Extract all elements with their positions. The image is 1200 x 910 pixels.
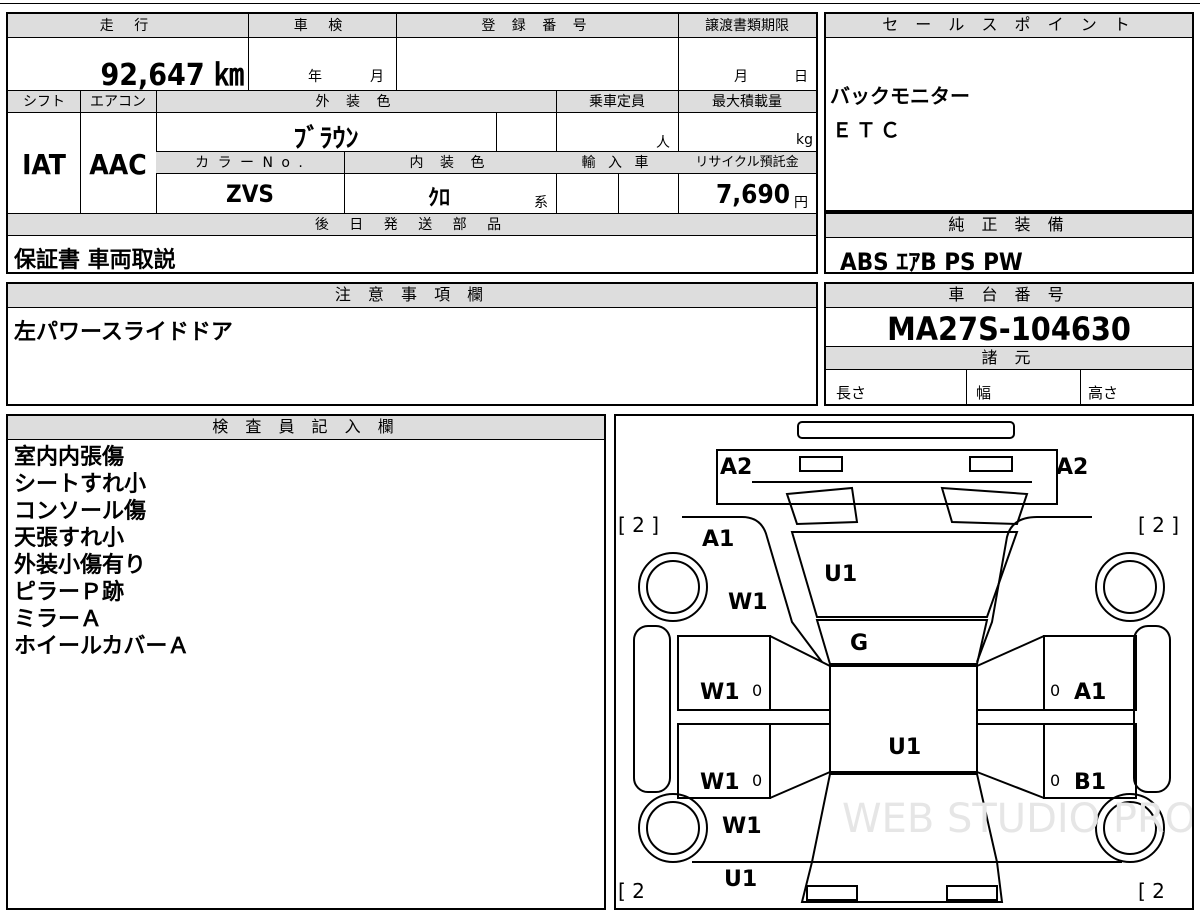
chassis-number: MA27S-104630 [887, 310, 1131, 348]
mark-a2-left: A2 [720, 455, 752, 480]
color-no-value: ZVS [226, 180, 274, 208]
color-label: 外 装 色 [315, 94, 397, 110]
ac-value: AAC [89, 148, 147, 181]
chassis-label: 車 台 番 号 [826, 284, 1192, 308]
inspector-item: ピラーＰ跡 [14, 580, 125, 605]
equipment-value: ABS ｴｱB PS PW [840, 248, 1023, 276]
dims-label: 諸 元 [826, 346, 1192, 370]
tire-fr-mark: [ 2 ] [1138, 513, 1179, 537]
front-bumper-outline [716, 449, 1058, 505]
tire-rl-mark: [ 2 [618, 879, 645, 903]
watermark: WEB STUDIO PRO [842, 796, 1192, 842]
mark-w1-front: W1 [728, 590, 768, 615]
inspection-year: 年 [308, 69, 322, 85]
tire-front-left [638, 552, 708, 622]
mark-w1-rear: W1 [722, 814, 762, 839]
left-side-sill [633, 625, 671, 793]
sales-point-label: セ ー ル ス ポ イ ン ト [826, 14, 1192, 38]
transfer-deadline-label: 譲渡書類期限 [705, 18, 789, 34]
width-label: 幅 [976, 384, 992, 402]
exterior-color-value: ﾌﾞﾗｳﾝ [293, 124, 359, 154]
zero-mark: 0 [752, 681, 762, 700]
import-label: 輸 入 車 [581, 155, 653, 171]
mark-u1-hood: U1 [824, 562, 857, 587]
chassis-block: 車 台 番 号 MA27S-104630 諸 元 長さ 幅 高さ [824, 282, 1194, 406]
equipment-label: 純 正 装 備 [826, 214, 1192, 238]
mileage-value: 92,647 ㎞ [100, 58, 244, 93]
interior-label: 内 装 色 [409, 155, 491, 171]
shift-label: シフト [23, 94, 65, 110]
mark-w1-left-rear: W1 [700, 770, 740, 795]
inspector-item: ミラーＡ [14, 607, 103, 632]
spec-block: 走 行 車 検 登 録 番 号 譲渡書類期限 92,647 ㎞ 年 月 月 日 … [6, 12, 818, 274]
mark-a2-right: A2 [1056, 455, 1088, 480]
top-edge-line [0, 3, 1200, 4]
length-label: 長さ [836, 384, 867, 402]
tire-rr-mark: [ 2 [1138, 879, 1165, 903]
recycle-unit: 円 [794, 195, 808, 211]
tire-fl-mark: [ 2 ] [618, 513, 659, 537]
zero-mark: 0 [1050, 771, 1060, 790]
sales-item: ＥＴＣ [832, 118, 904, 142]
inspector-item: 外装小傷有り [14, 553, 147, 578]
notes-block: 注 意 事 項 欄 左パワースライドドア [6, 282, 818, 406]
max-load-label: 最大積載量 [712, 94, 782, 110]
headlight-left [799, 456, 843, 472]
load-unit: kg [796, 132, 813, 148]
mark-a1-front: A1 [702, 527, 734, 552]
mark-u1-rear: U1 [724, 867, 757, 892]
ac-label: エアコン [90, 94, 146, 110]
interior-value: ｸﾛ [427, 186, 450, 211]
notes-value: 左パワースライドドア [14, 320, 233, 345]
right-side-sill [1133, 625, 1171, 793]
mileage-label: 走 行 [99, 18, 157, 34]
inspection-label: 車 検 [293, 18, 351, 34]
later-parts-value: 保証書 車両取説 [14, 248, 176, 273]
registration-label: 登 録 番 号 [481, 18, 593, 34]
height-label: 高さ [1088, 384, 1119, 402]
sales-point-block: セ ー ル ス ポ イ ン ト バックモニター ＥＴＣ [824, 12, 1194, 212]
car-diagram: A2 A2 A1 W1 U1 G W1 A1 U1 W1 B1 W1 U1 [ … [618, 421, 1192, 903]
interior-unit: 系 [534, 195, 548, 211]
sales-item: バックモニター [830, 84, 970, 108]
equipment-block: 純 正 装 備 ABS ｴｱB PS PW [824, 212, 1194, 276]
inspector-label: 検 査 員 記 入 欄 [8, 416, 604, 440]
color-no-label: カ ラ ー N o . [195, 155, 305, 171]
car-diagram-block: A2 A2 A1 W1 U1 G W1 A1 U1 W1 B1 W1 U1 [ … [614, 414, 1194, 910]
later-parts-label: 後 日 発 送 部 品 [8, 214, 816, 236]
inspector-item: コンソール傷 [14, 499, 147, 524]
mark-u1-roof: U1 [888, 735, 921, 760]
inspection-month: 月 [370, 69, 384, 85]
mark-a1-right-front: A1 [1074, 680, 1106, 705]
mark-g-glass: G [850, 631, 868, 656]
inspector-item: 天張すれ小 [14, 526, 125, 551]
transfer-day: 日 [794, 69, 808, 85]
headlight-right [969, 456, 1013, 472]
windshield [815, 619, 989, 665]
notes-label: 注 意 事 項 欄 [8, 284, 816, 308]
mark-b1-right-rear: B1 [1074, 770, 1106, 795]
capacity-label: 乗車定員 [589, 94, 645, 110]
mark-w1-left-front: W1 [700, 680, 740, 705]
tire-front-right [1095, 552, 1165, 622]
shift-value: IAT [22, 148, 66, 181]
inspector-item: シートすれ小 [14, 472, 147, 497]
tire-rear-left [638, 793, 708, 863]
zero-mark: 0 [752, 771, 762, 790]
transfer-month: 月 [734, 69, 748, 85]
capacity-unit: 人 [656, 135, 670, 151]
zero-mark: 0 [1050, 681, 1060, 700]
recycle-value: 7,690 [716, 180, 790, 210]
front-bumper-bar [797, 421, 1015, 439]
inspector-block: 検 査 員 記 入 欄 室内内張傷 シートすれ小 コンソール傷 天張すれ小 外装… [6, 414, 606, 910]
inspector-item: 室内内張傷 [14, 445, 125, 470]
tailgate [800, 861, 1004, 903]
recycle-label: リサイクル預託金 [695, 155, 799, 170]
inspector-item: ホイールカバーＡ [14, 634, 190, 659]
